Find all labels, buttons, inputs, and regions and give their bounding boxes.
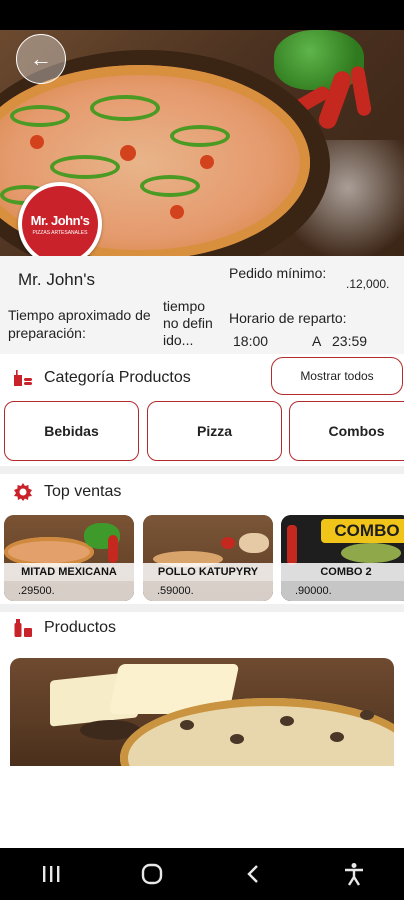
divider bbox=[0, 604, 404, 612]
fast-food-icon bbox=[12, 367, 34, 389]
badge-icon bbox=[12, 481, 34, 503]
delivery-hours-label: Horario de reparto: bbox=[229, 310, 347, 326]
top-sale-name: MITAD MEXICANA bbox=[4, 563, 134, 581]
delivery-from: 18:00 bbox=[233, 333, 269, 349]
category-chip-combos[interactable]: Combos bbox=[289, 401, 404, 461]
logo-subtext: PIZZAS ARTESANALES bbox=[32, 229, 88, 236]
top-sale-price: .59000. bbox=[143, 581, 273, 601]
delivery-to: 23:59 bbox=[332, 333, 368, 349]
products-header: Productos bbox=[0, 614, 404, 642]
top-sale-price: .90000. bbox=[281, 581, 404, 601]
divider bbox=[0, 466, 404, 474]
top-sale-card[interactable]: MITAD MEXICANA .29500. bbox=[4, 515, 134, 601]
prep-time-label: Tiempo aproximado de preparación: bbox=[8, 307, 151, 341]
top-sales-title: Top ventas bbox=[44, 483, 122, 500]
category-chip-bebidas[interactable]: Bebidas bbox=[4, 401, 139, 461]
accessibility-icon[interactable] bbox=[334, 854, 374, 894]
category-title: Categoría Productos bbox=[44, 369, 191, 386]
restaurant-name: Mr. John's bbox=[18, 270, 95, 289]
restaurant-logo: Mr. John's PIZZAS ARTESANALES bbox=[18, 182, 102, 266]
category-chip-pizza[interactable]: Pizza bbox=[147, 401, 282, 461]
logo-text: Mr. John's bbox=[30, 212, 90, 228]
home-icon[interactable] bbox=[132, 854, 172, 894]
arrow-left-icon: ← bbox=[30, 46, 52, 71]
combo-banner: COMBO bbox=[334, 521, 400, 540]
products-title: Productos bbox=[44, 619, 117, 636]
top-sale-card[interactable]: COMBO COMBO 2 .90000. bbox=[281, 515, 404, 601]
back-button[interactable]: ← bbox=[16, 34, 66, 84]
recent-apps-icon[interactable] bbox=[31, 854, 71, 894]
product-image[interactable] bbox=[10, 658, 394, 766]
system-nav-bar bbox=[0, 848, 404, 900]
top-sale-card[interactable]: POLLO KATUPYRY .59000. bbox=[143, 515, 273, 601]
top-sale-price: .29500. bbox=[4, 581, 134, 601]
top-sale-name: POLLO KATUPYRY bbox=[143, 563, 273, 581]
top-sales-list: MITAD MEXICANA .29500. POLLO KATUPYRY .5… bbox=[4, 515, 404, 601]
min-order-label: Pedido mínimo: bbox=[229, 265, 327, 281]
restaurant-info: Mr. John's Pedido mínimo: .12,000. Tiemp… bbox=[0, 256, 404, 354]
category-list: Bebidas Pizza Combos bbox=[4, 401, 404, 461]
delivery-separator: A bbox=[312, 333, 322, 349]
min-order-value: .12,000. bbox=[346, 277, 390, 291]
show-all-button[interactable]: Mostrar todos bbox=[271, 357, 403, 395]
top-sales-header: Top ventas bbox=[0, 478, 404, 506]
drink-bottle-icon bbox=[12, 617, 34, 639]
status-bar bbox=[0, 0, 404, 30]
prep-time-value: tiempo no defin ido... bbox=[163, 298, 213, 348]
top-sale-name: COMBO 2 bbox=[281, 563, 404, 581]
nav-back-icon[interactable] bbox=[233, 854, 273, 894]
